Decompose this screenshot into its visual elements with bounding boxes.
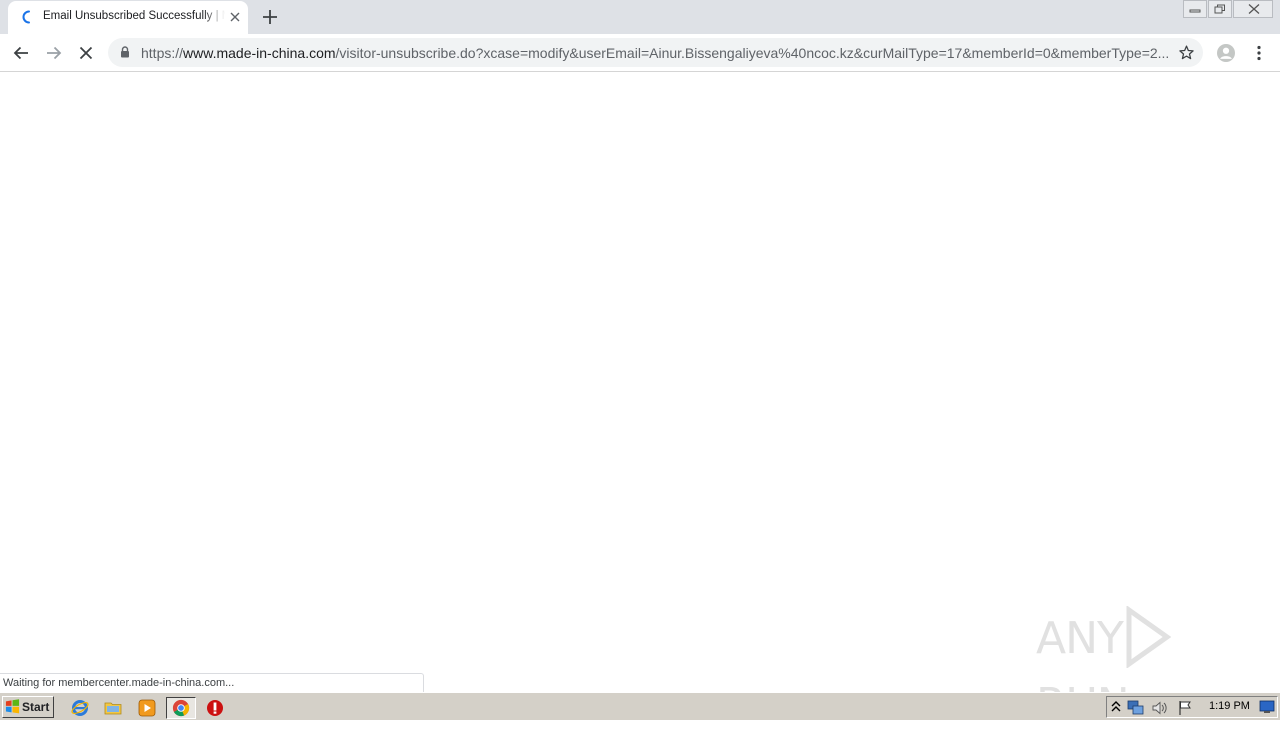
opera-button[interactable]	[204, 697, 226, 719]
minimize-icon	[1189, 9, 1201, 13]
watermark-left: ANY	[1036, 613, 1124, 664]
page-content	[0, 72, 1280, 692]
chrome-icon	[172, 699, 190, 717]
tab-strip: Email Unsubscribed Successfully | Made-i…	[0, 0, 1280, 34]
anyrun-watermark: ANYRUN	[1036, 606, 1236, 730]
url-path: /visitor-unsubscribe.do?xcase=modify&use…	[335, 45, 1170, 61]
loading-spinner-icon	[22, 10, 30, 24]
close-window-icon	[1248, 4, 1260, 14]
profile-avatar-icon	[1217, 44, 1235, 62]
action-center-flag-icon[interactable]	[1177, 700, 1193, 716]
back-button[interactable]	[8, 40, 34, 66]
profile-button[interactable]	[1213, 40, 1239, 66]
stop-loading-button[interactable]	[73, 40, 99, 66]
address-bar[interactable]: https://www.made-in-china.com/visitor-un…	[108, 38, 1203, 67]
file-explorer-button[interactable]	[102, 697, 124, 719]
restore-button[interactable]	[1208, 0, 1232, 18]
menu-button[interactable]	[1246, 40, 1272, 66]
media-player-button[interactable]	[136, 697, 158, 719]
stop-x-icon	[79, 46, 93, 60]
system-tray: 1:19 PM	[1106, 696, 1278, 718]
show-desktop-icon[interactable]	[1259, 700, 1275, 714]
start-button[interactable]: Start	[2, 696, 54, 718]
status-bubble: Waiting for membercenter.made-in-china.c…	[0, 673, 424, 692]
restore-icon	[1214, 4, 1225, 14]
url-host: www.made-in-china.com	[183, 45, 336, 61]
bookmark-star-icon[interactable]	[1178, 44, 1195, 61]
forward-arrow-icon	[47, 46, 62, 60]
forward-button[interactable]	[41, 40, 67, 66]
show-hidden-icons-icon[interactable]	[1111, 700, 1121, 714]
back-arrow-icon	[13, 46, 28, 60]
tab-title: Email Unsubscribed Successfully | Made-i…	[43, 10, 225, 22]
folder-icon	[104, 702, 122, 715]
taskbar: Start 1:19 PM	[0, 692, 1280, 720]
close-window-button[interactable]	[1233, 0, 1273, 18]
start-label: Start	[22, 700, 50, 714]
lock-icon[interactable]	[120, 46, 130, 58]
internet-explorer-icon	[71, 700, 89, 716]
volume-icon[interactable]	[1151, 700, 1169, 716]
network-icon[interactable]	[1127, 700, 1145, 716]
url-text[interactable]: https://www.made-in-china.com/visitor-un…	[141, 45, 1171, 61]
play-logo-icon	[1126, 606, 1171, 668]
internet-explorer-button[interactable]	[69, 697, 91, 719]
taskbar-clock[interactable]: 1:19 PM	[1209, 700, 1250, 712]
windows-logo-icon	[5, 699, 20, 714]
chrome-taskbar-button[interactable]	[166, 697, 196, 719]
media-player-icon	[138, 699, 156, 717]
minimize-button[interactable]	[1183, 0, 1207, 18]
kebab-menu-icon	[1257, 45, 1261, 61]
browser-tab[interactable]: Email Unsubscribed Successfully | Made-i…	[8, 1, 248, 34]
stop-icon	[207, 700, 223, 716]
tab-close-icon[interactable]	[227, 9, 243, 25]
url-scheme: https://	[141, 45, 184, 61]
browser-toolbar: https://www.made-in-china.com/visitor-un…	[0, 34, 1280, 72]
new-tab-icon[interactable]	[259, 6, 281, 28]
